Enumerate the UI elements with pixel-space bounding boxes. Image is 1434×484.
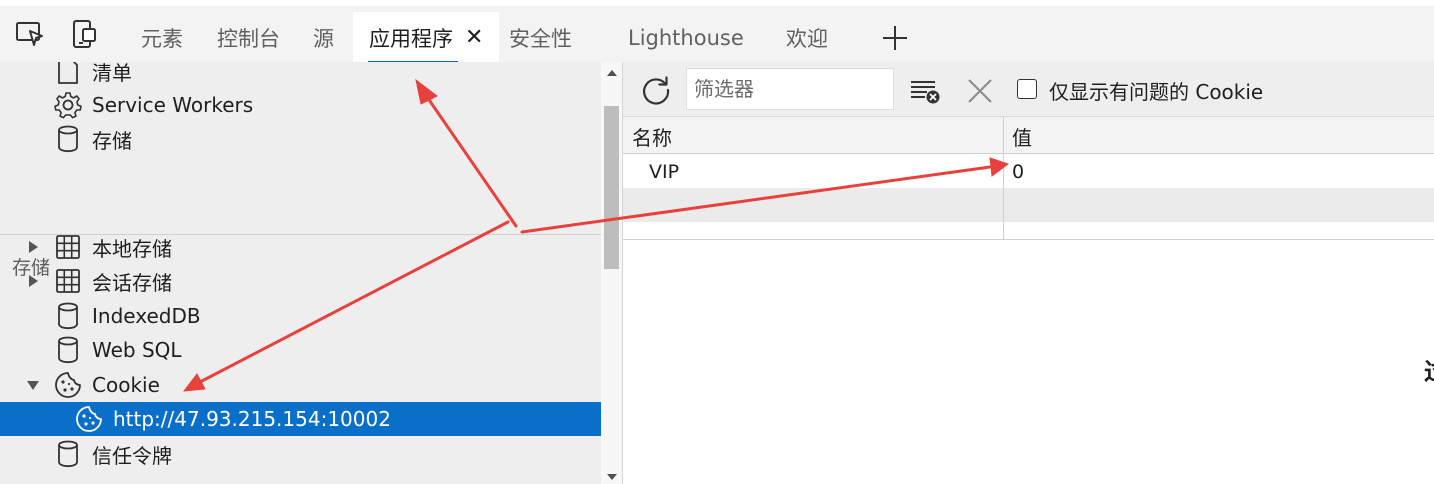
tab-label: 控制台 xyxy=(217,27,280,51)
cookie-icon xyxy=(75,404,103,434)
tab-label: 欢迎 xyxy=(786,27,828,51)
refresh-button[interactable] xyxy=(638,72,674,108)
file-icon xyxy=(54,62,82,86)
application-sidebar: 清单 Service Workers 存储 存储 本地存储 会话存储 Index… xyxy=(0,62,601,484)
sidebar-item-label: 信任令牌 xyxy=(92,443,172,468)
database-icon xyxy=(54,439,82,469)
database-icon xyxy=(54,335,82,365)
tab-security[interactable]: 安全性 xyxy=(509,12,572,64)
tab-console[interactable]: 控制台 xyxy=(217,12,280,64)
cookie-table: 名称 值 VIP 0 xyxy=(623,117,1434,484)
sidebar-scrollbar[interactable] xyxy=(601,62,623,484)
add-tab-icon[interactable] xyxy=(877,16,913,60)
sidebar-item-label: Cookie xyxy=(92,373,160,397)
devtools-tab-bar: 元素 控制台 源 应用程序 ✕ 安全性 Lighthouse 欢迎 xyxy=(0,0,1434,64)
cookie-value-cell[interactable]: 0 xyxy=(1012,161,1024,183)
clear-filter-icon xyxy=(911,81,940,104)
close-tab-icon[interactable]: ✕ xyxy=(465,27,483,49)
cookie-name-cell[interactable]: VIP xyxy=(649,161,679,183)
sidebar-item-session-storage[interactable]: 会话存储 xyxy=(0,264,601,298)
scroll-down-icon[interactable] xyxy=(607,474,617,480)
sidebar-item-local-storage[interactable]: 本地存储 xyxy=(0,230,601,264)
tab-label: Lighthouse xyxy=(628,26,744,50)
delete-selected-button[interactable] xyxy=(963,74,997,108)
table-header: 名称 值 xyxy=(623,117,1434,154)
scrollbar-thumb[interactable] xyxy=(604,106,619,269)
tab-label: 元素 xyxy=(141,27,183,51)
only-issues-label: 仅显示有问题的 Cookie xyxy=(1049,80,1264,104)
clear-all-cookies-button[interactable] xyxy=(908,74,942,108)
tab-label: 应用程序 xyxy=(369,27,453,51)
refresh-icon xyxy=(643,76,670,105)
tab-sources[interactable]: 源 xyxy=(313,12,334,64)
only-issues-checkbox[interactable] xyxy=(1017,79,1037,99)
database-icon xyxy=(54,124,82,154)
cookie-icon xyxy=(54,370,82,400)
sidebar-item-manifest[interactable]: 清单 xyxy=(0,62,601,88)
tab-lighthouse[interactable]: Lighthouse xyxy=(628,12,744,64)
expand-arrow-icon[interactable] xyxy=(29,241,38,253)
column-header-value[interactable]: 值 xyxy=(1012,122,1032,151)
scroll-up-icon[interactable] xyxy=(607,70,617,76)
sidebar-item-trust-tokens[interactable]: 信任令牌 xyxy=(0,437,601,471)
tab-welcome[interactable]: 欢迎 xyxy=(786,12,828,64)
sidebar-item-service-workers[interactable]: Service Workers xyxy=(0,88,601,122)
sidebar-item-label: 清单 xyxy=(92,62,132,85)
tab-elements[interactable]: 元素 xyxy=(141,12,183,64)
tab-label: 源 xyxy=(313,27,334,51)
sidebar-item-label: Web SQL xyxy=(92,338,182,362)
grid-icon xyxy=(54,266,82,296)
expand-arrow-icon[interactable] xyxy=(29,275,38,287)
column-divider[interactable] xyxy=(1003,117,1004,239)
inspect-element-icon[interactable] xyxy=(10,14,50,54)
table-bottom-border xyxy=(623,239,1434,240)
sidebar-item-indexeddb[interactable]: IndexedDB xyxy=(0,299,601,333)
table-row[interactable]: VIP 0 xyxy=(623,155,1434,189)
filter-input[interactable] xyxy=(686,68,894,110)
grid-icon xyxy=(54,232,82,262)
close-icon xyxy=(968,79,992,103)
sidebar-item-cookies[interactable]: Cookie xyxy=(0,368,601,402)
gear-icon xyxy=(54,90,82,120)
device-emulation-icon[interactable] xyxy=(64,14,104,54)
table-row-empty[interactable] xyxy=(623,188,1434,222)
sidebar-item-label: 存储 xyxy=(92,128,132,153)
cookie-toolbar: 仅显示有问题的 Cookie xyxy=(623,62,1434,117)
tab-application[interactable]: 应用程序 ✕ xyxy=(353,12,500,64)
sidebar-item-label: 本地存储 xyxy=(92,236,172,261)
tab-label: 安全性 xyxy=(509,27,572,51)
sidebar-item-label: http://47.93.215.154:10002 xyxy=(113,407,391,431)
sidebar-item-label: Service Workers xyxy=(92,93,254,117)
sidebar-item-storage-overview[interactable]: 存储 xyxy=(0,122,601,156)
clipped-text-fragment: 过 xyxy=(1424,352,1434,387)
sidebar-item-web-sql[interactable]: Web SQL xyxy=(0,333,601,367)
sidebar-item-label: IndexedDB xyxy=(92,304,201,328)
sidebar-item-cookie-origin[interactable]: http://47.93.215.154:10002 xyxy=(0,402,601,436)
database-icon xyxy=(54,301,82,331)
collapse-arrow-icon[interactable] xyxy=(27,380,39,390)
column-header-name[interactable]: 名称 xyxy=(632,122,672,151)
sidebar-item-label: 会话存储 xyxy=(92,270,172,295)
